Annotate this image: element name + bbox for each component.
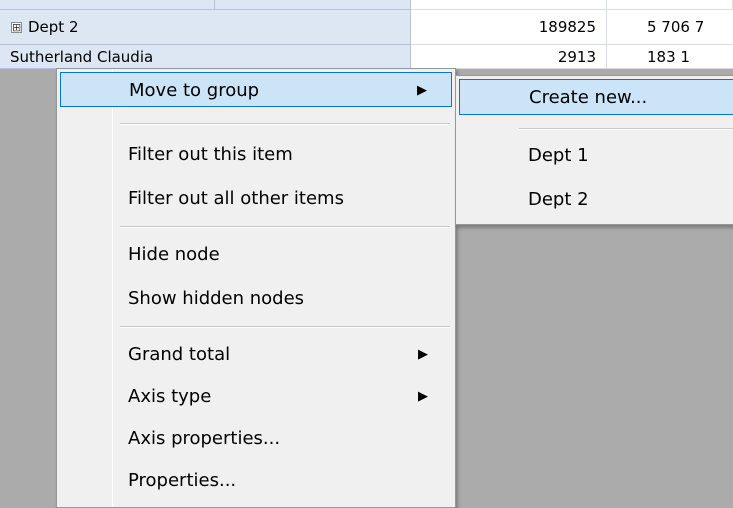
menu-separator [120,326,450,328]
submenu-item-label: Dept 2 [528,189,589,210]
menu-item-label: Move to group [129,80,260,101]
row-label: Dept 2 [28,18,79,36]
menu-item-label: Grand total [128,344,231,365]
expand-toggle-icon[interactable]: ⊞ [11,22,22,33]
row-header-cell[interactable]: Sutherland Claudia [0,45,411,69]
menu-item-label: Filter out all other items [128,188,344,209]
menu-item-label: Axis properties... [128,428,281,449]
header-cell [0,0,215,10]
header-cell [607,0,733,10]
submenu-item-label: Create new... [529,87,648,108]
menu-item-grand-total[interactable]: Grand total ▶ [60,337,452,372]
menu-item-filter-out-all-other-items[interactable]: Filter out all other items [60,181,452,216]
submenu-item-dept-1[interactable]: Dept 1 [459,138,733,174]
cell-value: 183 1 [647,48,690,66]
value-cell[interactable]: 2913 [411,45,607,69]
table-row[interactable]: Sutherland Claudia 2913 183 1 [0,45,733,69]
cell-value: 5 706 7 [647,18,705,36]
menu-item-show-hidden-nodes[interactable]: Show hidden nodes [60,281,452,316]
menu-item-hide-node[interactable]: Hide node [60,237,452,272]
table-row[interactable]: ⊞ Dept 2 189825 5 706 7 [0,10,733,45]
menu-item-move-to-group[interactable]: Move to group ▶ [60,72,452,107]
row-header-cell[interactable]: ⊞ Dept 2 [0,10,411,45]
menu-item-label: Show hidden nodes [128,288,305,309]
cell-value: 2913 [557,48,596,66]
value-cell[interactable]: 183 1 [607,45,733,69]
menu-item-axis-type[interactable]: Axis type ▶ [60,379,452,414]
menu-item-label: Properties... [128,470,237,491]
submenu-item-label: Dept 1 [528,145,589,166]
menu-item-axis-properties[interactable]: Axis properties... [60,421,452,456]
value-cell[interactable]: 5 706 7 [607,10,733,45]
grid-header-strip [0,0,733,10]
context-menu: Move to group ▶ Filter out this item Fil… [56,68,456,508]
menu-item-label: Hide node [128,244,220,265]
cell-value: 189825 [538,18,596,36]
submenu-arrow-icon: ▶ [418,389,428,404]
menu-item-filter-out-this-item[interactable]: Filter out this item [60,137,452,172]
menu-separator [519,128,733,130]
menu-separator [120,226,450,228]
submenu-arrow-icon: ▶ [417,83,427,98]
menu-item-label: Filter out this item [128,144,293,165]
submenu-item-create-new[interactable]: Create new... [459,79,733,115]
menu-item-label: Axis type [128,386,212,407]
move-to-group-submenu: Create new... Dept 1 Dept 2 [455,75,733,225]
submenu-arrow-icon: ▶ [418,347,428,362]
submenu-item-dept-2[interactable]: Dept 2 [459,182,733,218]
row-label: Sutherland Claudia [10,48,154,66]
value-cell[interactable]: 189825 [411,10,607,45]
menu-separator [120,123,450,125]
menu-item-properties[interactable]: Properties... [60,463,452,498]
header-cell [411,0,607,10]
header-cell [215,0,411,10]
